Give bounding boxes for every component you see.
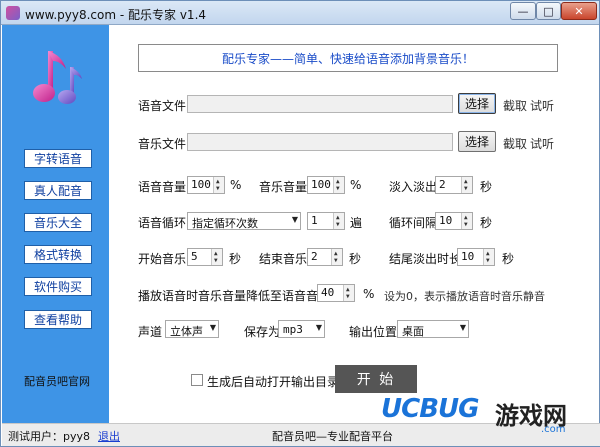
music-volume-value: 100: [311, 178, 331, 191]
sidebar-item-human-dubbing[interactable]: 真人配音: [24, 181, 92, 200]
spinner-arrows-icon[interactable]: ▲ ▼: [213, 177, 224, 193]
ducking-unit: %: [363, 287, 375, 301]
sidebar-item-help[interactable]: 查看帮助: [24, 310, 92, 329]
loop-interval-value: 10: [439, 214, 453, 227]
channel-label: 声道: [138, 325, 163, 339]
voice-volume-unit: %: [230, 178, 242, 192]
music-file-choose-button[interactable]: 选择: [458, 131, 496, 152]
loop-count-spinner[interactable]: 1 ▲ ▼: [307, 212, 345, 230]
voice-loop-select[interactable]: 指定循环次数 ▼: [187, 212, 301, 230]
save-as-label: 保存为: [244, 325, 281, 339]
window-title: www.pyy8.com - 配乐专家 v1.4: [25, 8, 207, 22]
voice-loop-label: 语音循环: [138, 216, 187, 230]
voice-file-path-field[interactable]: [187, 95, 453, 113]
end-music-unit: 秒: [349, 252, 362, 266]
status-platform-text: 配音员吧—专业配音平台: [272, 430, 393, 443]
sidebar-item-format-convert[interactable]: 格式转换: [24, 245, 92, 264]
ducking-label: 播放语音时音乐音量降低至语音音量的: [138, 289, 343, 303]
spinner-arrows-icon[interactable]: ▲ ▼: [461, 213, 472, 229]
sidebar-brand-link[interactable]: 配音员吧官网: [24, 373, 90, 389]
music-volume-label: 音乐音量: [259, 180, 308, 194]
loop-interval-spinner[interactable]: 10 ▲ ▼: [435, 212, 473, 230]
ducking-spinner[interactable]: 40 ▲ ▼: [317, 284, 355, 302]
spinner-arrows-icon[interactable]: ▲ ▼: [343, 285, 354, 301]
end-music-label: 结束音乐: [259, 252, 308, 266]
spinner-arrows-icon[interactable]: ▲ ▼: [483, 249, 494, 265]
chevron-down-icon: ▼: [291, 215, 298, 224]
output-location-select[interactable]: 桌面 ▼: [397, 320, 469, 338]
chevron-down-icon: ▼: [315, 323, 322, 332]
tail-fade-unit: 秒: [502, 252, 515, 266]
fade-spinner[interactable]: 2 ▲ ▼: [435, 176, 473, 194]
loop-count-unit: 遍: [350, 216, 363, 230]
spinner-arrows-icon[interactable]: ▲ ▼: [333, 177, 344, 193]
music-file-clip-link[interactable]: 截取: [503, 135, 527, 152]
voice-file-listen-link[interactable]: 试听: [530, 97, 554, 114]
start-music-spinner[interactable]: 5 ▲ ▼: [187, 248, 223, 266]
spinner-arrows-icon[interactable]: ▲ ▼: [461, 177, 472, 193]
end-music-value: 2: [311, 250, 318, 263]
fade-value: 2: [439, 178, 446, 191]
channel-selected: 立体声: [170, 325, 203, 338]
close-button[interactable]: ✕: [561, 2, 597, 20]
voice-file-choose-button[interactable]: 选择: [458, 93, 496, 114]
save-as-select[interactable]: mp3 ▼: [278, 320, 325, 338]
loop-interval-unit: 秒: [480, 216, 493, 230]
auto-open-label: 生成后自动打开输出目录: [207, 375, 340, 389]
chevron-down-icon: ▼: [209, 323, 216, 332]
voice-loop-selected: 指定循环次数: [192, 217, 258, 230]
fade-label: 淡入淡出: [389, 180, 438, 194]
sidebar: 字转语音 真人配音 音乐大全 格式转换 软件购买 查看帮助 配音员吧官网: [2, 25, 109, 423]
watermark-logo: UCBUG 游戏网 .com: [381, 394, 597, 435]
voice-volume-value: 100: [191, 178, 211, 191]
banner-slogan: 配乐专家——简单、快速给语音添加背景音乐！: [138, 44, 558, 72]
watermark-brand: UCBUG: [381, 394, 479, 424]
spinner-arrows-icon[interactable]: ▲ ▼: [331, 249, 342, 265]
ducking-value: 40: [321, 286, 335, 299]
sidebar-item-buy-software[interactable]: 软件购买: [24, 277, 92, 296]
tail-fade-value: 10: [461, 250, 475, 263]
start-music-unit: 秒: [229, 252, 242, 266]
spinner-arrows-icon[interactable]: ▲ ▼: [211, 249, 222, 265]
save-as-selected: mp3: [283, 323, 303, 336]
ducking-hint: 设为0，表示播放语音时音乐静音: [384, 290, 545, 303]
maximize-button[interactable]: □: [536, 2, 561, 20]
output-location-label: 输出位置: [349, 325, 398, 339]
start-music-label: 开始音乐: [138, 252, 187, 266]
logout-link[interactable]: 退出: [98, 428, 120, 444]
sidebar-item-music-library[interactable]: 音乐大全: [24, 213, 92, 232]
chevron-down-icon: ▼: [459, 323, 466, 332]
end-music-spinner[interactable]: 2 ▲ ▼: [307, 248, 343, 266]
tail-fade-spinner[interactable]: 10 ▲ ▼: [457, 248, 495, 266]
auto-open-checkbox[interactable]: [191, 374, 203, 386]
tail-fade-label: 结尾淡出时长: [389, 252, 462, 266]
loop-count-value: 1: [311, 214, 318, 227]
music-file-path-field[interactable]: [187, 133, 453, 151]
voice-file-clip-link[interactable]: 截取: [503, 97, 527, 114]
spinner-arrows-icon[interactable]: ▲ ▼: [333, 213, 344, 229]
voice-volume-spinner[interactable]: 100 ▲ ▼: [187, 176, 225, 194]
sidebar-item-text-to-speech[interactable]: 字转语音: [24, 149, 92, 168]
voice-volume-label: 语音音量: [138, 180, 187, 194]
start-button[interactable]: 开 始: [335, 365, 417, 393]
music-note-logo-icon: [33, 51, 82, 104]
music-file-listen-link[interactable]: 试听: [530, 135, 554, 152]
app-icon: [6, 6, 20, 20]
music-volume-spinner[interactable]: 100 ▲ ▼: [307, 176, 345, 194]
title-bar: www.pyy8.com - 配乐专家 v1.4 — □ ✕: [1, 1, 599, 25]
start-music-value: 5: [191, 250, 198, 263]
status-user: 测试用户：pyy8: [8, 430, 91, 443]
fade-unit: 秒: [480, 180, 493, 194]
minimize-button[interactable]: —: [510, 2, 536, 20]
music-volume-unit: %: [350, 178, 362, 192]
loop-interval-label: 循环间隔: [389, 216, 438, 230]
app-window: www.pyy8.com - 配乐专家 v1.4 — □ ✕ 字转语音 真人配音…: [0, 0, 600, 447]
music-file-label: 音乐文件: [138, 137, 187, 151]
voice-file-label: 语音文件: [138, 99, 187, 113]
channel-select[interactable]: 立体声 ▼: [165, 320, 219, 338]
output-location-selected: 桌面: [402, 325, 424, 338]
watermark-url: .com: [541, 424, 566, 435]
